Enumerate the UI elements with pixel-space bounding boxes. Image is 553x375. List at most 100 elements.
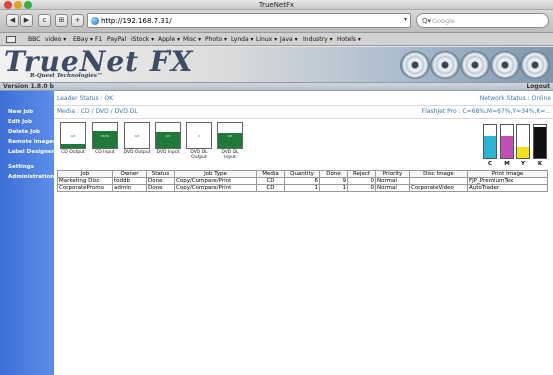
- ink-level-bar: [533, 124, 547, 159]
- media-cell: CD: [256, 177, 285, 185]
- sidebar-item-edit-job[interactable]: Edit Job: [8, 119, 32, 126]
- bookmark-item[interactable]: PayPal: [107, 33, 126, 46]
- bin-caption: DVD Input: [156, 150, 180, 155]
- forward-button[interactable]: ▶: [20, 14, 33, 27]
- rss-button[interactable]: ⊞: [55, 14, 68, 27]
- column-header[interactable]: Job Type: [174, 170, 257, 178]
- bookmark-item[interactable]: Hotels ▾: [337, 33, 361, 46]
- bookmarks-bar: BBC video ▾ EBay ▾ F1 PayPal iStock ▾ Ap…: [0, 33, 553, 46]
- ink-fill: [501, 135, 513, 158]
- column-header[interactable]: Print Image: [467, 170, 548, 178]
- trademark-mark: ™: [166, 49, 172, 56]
- version-label: Version 1.8.0 b: [3, 83, 54, 90]
- add-bookmark-button[interactable]: +: [71, 14, 84, 27]
- bin-count-label: 0: [198, 134, 200, 138]
- job-type-cell: Copy/Compare/Print: [174, 177, 257, 185]
- disc-icon: [520, 51, 550, 79]
- disc-image-cell: CorporateVideo: [409, 184, 468, 192]
- bookmark-item[interactable]: F1: [95, 33, 102, 46]
- bookmark-item[interactable]: Misc ▾: [183, 33, 201, 46]
- status-cell: Done: [146, 184, 175, 192]
- disc-icon: [430, 51, 460, 79]
- history-dropdown-icon[interactable]: ▾: [404, 16, 407, 23]
- disc-icon: [490, 51, 520, 79]
- bookmark-item[interactable]: Photo ▾: [205, 33, 227, 46]
- bin-caption: DVD DL Input: [221, 150, 239, 160]
- address-bar[interactable]: http://192.168.7.31/ ▾: [87, 13, 411, 28]
- disc-icon: [460, 51, 490, 79]
- title-bar: TrueNetFx: [0, 0, 553, 10]
- search-placeholder: Google: [432, 17, 455, 25]
- bookmark-item[interactable]: Lynda ▾: [231, 33, 254, 46]
- column-header[interactable]: Priority: [375, 170, 410, 178]
- bin-gauge: 0/0: [155, 122, 181, 149]
- column-header[interactable]: Status: [146, 170, 175, 178]
- header-banner: TrueNet FX ™ R-Quest Technologies™: [0, 47, 553, 82]
- bookmark-item[interactable]: Java ▾: [280, 33, 298, 46]
- column-header[interactable]: Quantity: [284, 170, 320, 178]
- bookmark-item[interactable]: Apple ▾: [158, 33, 180, 46]
- sidebar-item-label-designer[interactable]: Label Designer: [8, 149, 54, 156]
- column-header[interactable]: Owner: [112, 170, 147, 178]
- media-info: Media : CD / DVD / DVD DL: [57, 108, 138, 115]
- bookmark-item[interactable]: Industry ▾: [303, 33, 333, 46]
- leader-status: Leader Status : OK: [57, 95, 114, 102]
- column-header[interactable]: Done: [319, 170, 348, 178]
- bin-count-label: 0/0: [134, 134, 140, 138]
- sidebar: New Job Edit Job Delete Job Remote Image…: [0, 91, 56, 375]
- done-cell: 9: [319, 177, 348, 185]
- quantity-cell: 6: [284, 177, 320, 185]
- column-header[interactable]: Job: [57, 170, 113, 178]
- web-page: TrueNet FX ™ R-Quest Technologies™ Versi…: [0, 47, 553, 375]
- bookmark-item[interactable]: iStock ▾: [131, 33, 154, 46]
- bookmarks-icon[interactable]: [6, 36, 16, 43]
- ink-level-bar: [516, 124, 530, 159]
- ink-label: C: [487, 161, 493, 167]
- bin-caption: DVD DL Output: [190, 150, 208, 160]
- column-header[interactable]: Media: [256, 170, 285, 178]
- table-header-row: Job Owner Status Job Type Media Quantity…: [57, 170, 548, 178]
- bin-gauge: 0/0: [217, 122, 243, 149]
- bin-fill-level: [61, 144, 85, 148]
- bin-caption: DVD Output: [123, 150, 151, 155]
- bin-count-label: 0/0: [70, 134, 76, 138]
- url-text: http://192.168.7.31/: [101, 17, 172, 25]
- reload-button[interactable]: c: [38, 14, 51, 27]
- status-cell: Done: [146, 177, 175, 185]
- network-status: Network Status : Online: [479, 95, 551, 102]
- table-row[interactable]: Marketing Disc toddb Done Copy/Compare/P…: [57, 177, 548, 185]
- ink-fill: [484, 135, 496, 158]
- ink-label: M: [504, 161, 510, 167]
- priority-cell: Normal: [375, 184, 410, 192]
- logout-link[interactable]: Logout: [526, 83, 550, 91]
- bookmark-item[interactable]: EBay ▾: [73, 33, 93, 46]
- done-cell: 1: [319, 184, 348, 192]
- back-button[interactable]: ◀: [6, 14, 19, 27]
- job-name-cell: Marketing Disc: [57, 177, 113, 185]
- search-field[interactable]: Q▾ Google: [416, 13, 549, 28]
- bookmark-item[interactable]: video ▾: [45, 33, 66, 46]
- bookmark-item[interactable]: Linux ▾: [256, 33, 277, 46]
- column-header[interactable]: Disc Image: [409, 170, 468, 178]
- version-bar: Version 1.8.0 b Logout: [0, 82, 553, 91]
- ink-fill: [517, 146, 529, 158]
- browser-toolbar: ◀ ▶ c ⊞ + http://192.168.7.31/ ▾ Q▾ Goog…: [0, 10, 553, 33]
- bin-count-label: 0/0: [165, 134, 171, 138]
- sidebar-item-administration[interactable]: Administration: [8, 174, 54, 181]
- priority-cell: Normal: [375, 177, 410, 185]
- column-header[interactable]: Reject: [347, 170, 376, 178]
- disc-image-cell: [409, 177, 468, 185]
- bin-caption: CD Input: [95, 150, 115, 155]
- bin-count-label: 56/59: [100, 134, 110, 138]
- sidebar-item-new-job[interactable]: New Job: [8, 109, 33, 116]
- ink-level-bar: [483, 124, 497, 159]
- owner-cell: admin: [112, 184, 147, 192]
- sidebar-item-delete-job[interactable]: Delete Job: [8, 129, 40, 136]
- bookmark-item[interactable]: BBC: [28, 33, 40, 46]
- sidebar-item-remote-images[interactable]: Remote Images: [8, 139, 56, 146]
- ink-level-bar: [500, 124, 514, 159]
- bin-gauge: 56/59: [92, 122, 118, 149]
- table-row[interactable]: CorporatePromo admin Done Copy/Compare/P…: [57, 184, 548, 192]
- flashjet-ink-info: FlashJet Pro : C=68%,M=67%,Y=34%,K=...: [421, 108, 551, 115]
- sidebar-item-settings[interactable]: Settings: [8, 164, 34, 171]
